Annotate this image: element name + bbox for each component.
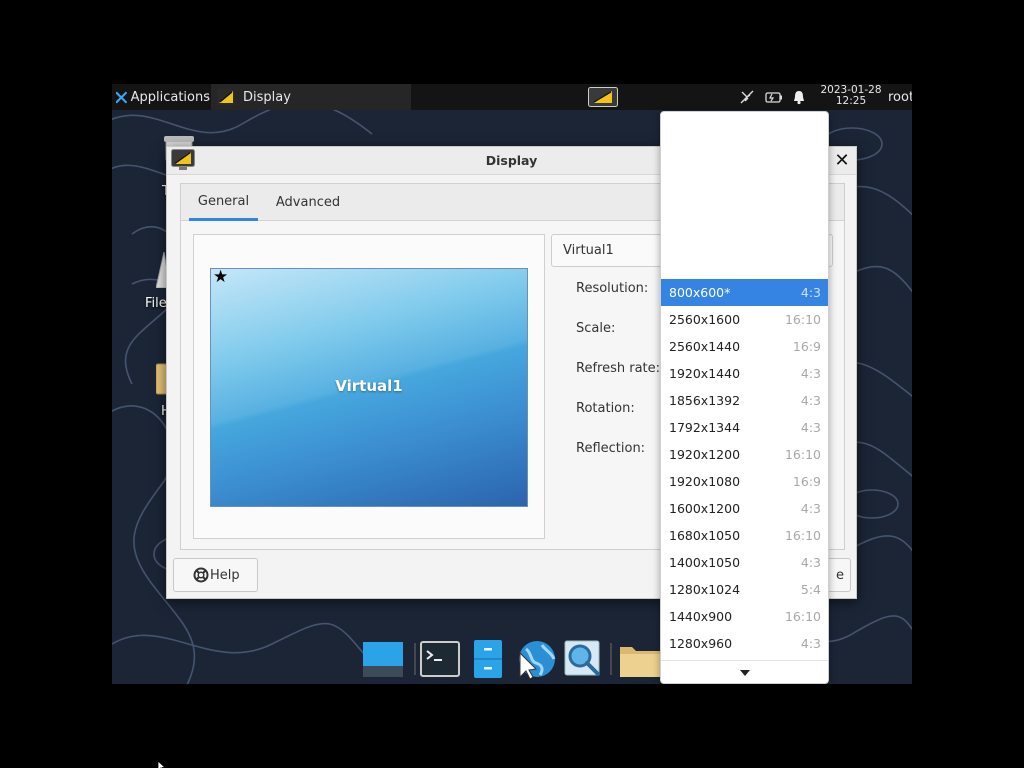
mouse-cursor-icon (158, 761, 166, 768)
display-settings-icon (217, 89, 235, 105)
resolution-value: 2560x1600 (669, 312, 741, 327)
aspect-ratio: 16:10 (784, 528, 821, 543)
resolution-value: 2560x1440 (669, 339, 741, 354)
resolution-option[interactable]: 1280x960 4:3 (661, 630, 828, 657)
resolution-value: 1280x960 (669, 636, 733, 651)
aspect-ratio: 16:10 (784, 447, 821, 462)
help-button[interactable]: Help (173, 558, 258, 592)
aspect-ratio: 4:3 (800, 501, 821, 516)
resolution-value: 1600x1200 (669, 501, 741, 516)
monitor-virtual1[interactable]: ★ Virtual1 (210, 268, 528, 507)
aspect-ratio: 16:9 (792, 474, 821, 489)
aspect-ratio: 5:4 (800, 582, 821, 597)
taskbar-window-display[interactable]: Display (211, 84, 411, 110)
tab-general[interactable]: General (189, 184, 258, 221)
resolution-option[interactable]: 1440x900 16:10 (661, 603, 828, 630)
tab-advanced[interactable]: Advanced (268, 184, 348, 221)
top-panel: Applications ⁝ Display 2023-01-28 12:25 … (112, 84, 912, 110)
monitor-layout-preview: ★ Virtual1 (193, 234, 545, 539)
resolution-option[interactable]: 800x600* 4:3 (661, 279, 828, 306)
primary-display-star-icon: ★ (213, 268, 229, 287)
clock[interactable]: 2023-01-28 12:25 (816, 85, 886, 107)
monitor-label: Virtual1 (335, 377, 403, 395)
dock-separator (610, 643, 612, 675)
network-disconnected-icon[interactable] (739, 89, 755, 105)
resolution-option[interactable]: 1792x1344 4:3 (661, 414, 828, 441)
resolution-value: 1400x1050 (669, 555, 741, 570)
aspect-ratio: 4:3 (800, 285, 821, 300)
refresh-rate-label: Refresh rate: (576, 361, 661, 376)
window-close-button[interactable]: ✕ (831, 150, 853, 172)
resolution-option[interactable]: 1920x1440 4:3 (661, 360, 828, 387)
resolution-option[interactable]: 2560x1440 16:9 (661, 333, 828, 360)
applications-menu-icon (116, 91, 127, 103)
show-desktop-icon[interactable] (361, 639, 405, 679)
taskbar-window-label: Display (243, 89, 291, 105)
aspect-ratio: 4:3 (800, 366, 821, 381)
resolution-value: 1280x1024 (669, 582, 741, 597)
chevron-down-icon (739, 669, 750, 676)
resolution-value: 1856x1392 (669, 393, 741, 408)
dock (358, 633, 663, 684)
resolution-value: 1920x1440 (669, 366, 741, 381)
resolution-value: 1440x900 (669, 609, 733, 624)
file-manager-icon[interactable] (466, 639, 510, 679)
resolution-label: Resolution: (576, 281, 649, 296)
aspect-ratio: 16:10 (784, 609, 821, 624)
resolution-value: 800x600* (669, 285, 731, 300)
display-launcher-icon (588, 87, 618, 107)
help-lifebuoy-icon (193, 567, 209, 583)
aspect-ratio: 16:9 (792, 339, 821, 354)
aspect-ratio: 16:10 (784, 312, 821, 327)
help-button-label: Help (210, 567, 240, 583)
resolution-option[interactable]: 1600x1200 4:3 (661, 495, 828, 522)
resolution-value: 1792x1344 (669, 420, 741, 435)
resolution-option[interactable]: 1856x1392 4:3 (661, 387, 828, 414)
reflection-label: Reflection: (576, 441, 646, 456)
aspect-ratio: 4:3 (800, 555, 821, 570)
applications-menu-button[interactable]: Applications (112, 84, 210, 110)
resolution-option[interactable]: 2560x1600 16:10 (661, 306, 828, 333)
resolution-dropdown-list: 800x600* 4:3 2560x1600 16:10 2560x1440 16:9 19… (660, 111, 829, 684)
clock-time: 12:25 (835, 95, 867, 107)
notification-bell-icon[interactable] (791, 89, 807, 105)
resolution-option[interactable]: 1920x1200 16:10 (661, 441, 828, 468)
applications-menu-label: Applications (130, 89, 210, 105)
terminal-icon[interactable] (418, 639, 462, 679)
battery-icon[interactable] (765, 89, 783, 105)
resolution-option[interactable]: 1400x1050 4:3 (661, 549, 828, 576)
resolution-value: 1680x1050 (669, 528, 741, 543)
user-menu[interactable]: root (888, 84, 912, 110)
rotation-label: Rotation: (576, 401, 635, 416)
aspect-ratio: 4:3 (800, 393, 821, 408)
aspect-ratio: 4:3 (800, 636, 821, 651)
resolution-option[interactable]: 1280x1024 5:4 (661, 576, 828, 603)
desktop-label-filesystem: File (145, 296, 167, 311)
home-folder-icon[interactable] (618, 639, 662, 679)
web-browser-icon[interactable] (514, 639, 558, 679)
app-finder-icon[interactable] (562, 639, 606, 679)
panel-separator: ⁝ (206, 90, 210, 104)
resolution-option[interactable]: 1920x1080 16:9 (661, 468, 828, 495)
resolution-value: 1920x1080 (669, 474, 741, 489)
aspect-ratio: 4:3 (800, 420, 821, 435)
resolution-option[interactable]: 1680x1050 16:10 (661, 522, 828, 549)
scroll-down-arrow[interactable] (661, 660, 828, 683)
scale-label: Scale: (576, 321, 616, 336)
panel-display-launcher[interactable] (586, 84, 620, 110)
resolution-value: 1920x1200 (669, 447, 741, 462)
